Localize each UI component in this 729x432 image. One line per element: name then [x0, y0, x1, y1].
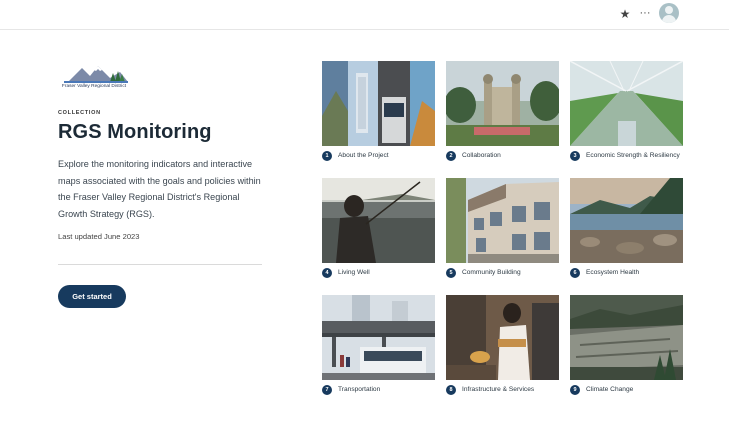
more-options-icon[interactable]: ··· [638, 6, 652, 20]
user-avatar[interactable] [659, 3, 679, 23]
page-description: Explore the monitoring indicators and in… [58, 159, 261, 219]
page-title: RGS Monitoring [58, 121, 212, 143]
card-label: Economic Strength & Resiliency [586, 152, 680, 159]
logo-wordmark: Fraser Valley Regional District [61, 84, 127, 89]
card-thumbnail [446, 61, 559, 146]
card-label: Ecosystem Health [586, 269, 640, 276]
card-label: Living Well [338, 269, 370, 276]
card-number-badge: 5 [446, 268, 456, 278]
card-label: Transportation [338, 386, 381, 393]
card-label: Collaboration [462, 152, 501, 159]
get-started-button[interactable]: Get started [58, 285, 126, 308]
card-thumbnail [322, 295, 435, 380]
card-number-badge: 6 [570, 268, 580, 278]
card-thumbnail [322, 178, 435, 263]
card-thumbnail [322, 61, 435, 146]
card-thumbnail [446, 295, 559, 380]
card-label: About the Project [338, 152, 389, 159]
avatar-head-shape [665, 6, 673, 14]
mountain-logo-icon [64, 66, 128, 83]
card-label: Infrastructure & Services [462, 386, 535, 393]
avatar-body-shape [662, 15, 676, 23]
fvrd-logo: Fraser Valley Regional District [58, 62, 130, 92]
card-number-badge: 1 [322, 151, 332, 161]
card-thumbnail [570, 295, 683, 380]
card-thumbnail [570, 61, 683, 146]
card-thumbnail [570, 178, 683, 263]
card-label: Climate Change [586, 386, 634, 393]
card-number-badge: 8 [446, 385, 456, 395]
card-thumbnail [446, 178, 559, 263]
collection-eyebrow: COLLECTION [58, 110, 101, 116]
card-number-badge: 4 [322, 268, 332, 278]
card-label: Community Building [462, 269, 521, 276]
divider [58, 264, 262, 265]
favorite-star-icon[interactable]: ★ [619, 7, 631, 21]
card-number-badge: 2 [446, 151, 456, 161]
card-number-badge: 7 [322, 385, 332, 395]
card-number-badge: 9 [570, 385, 580, 395]
top-bar: ★ ··· [0, 0, 729, 30]
last-updated-text: Last updated June 2023 [58, 232, 140, 241]
card-number-badge: 3 [570, 151, 580, 161]
